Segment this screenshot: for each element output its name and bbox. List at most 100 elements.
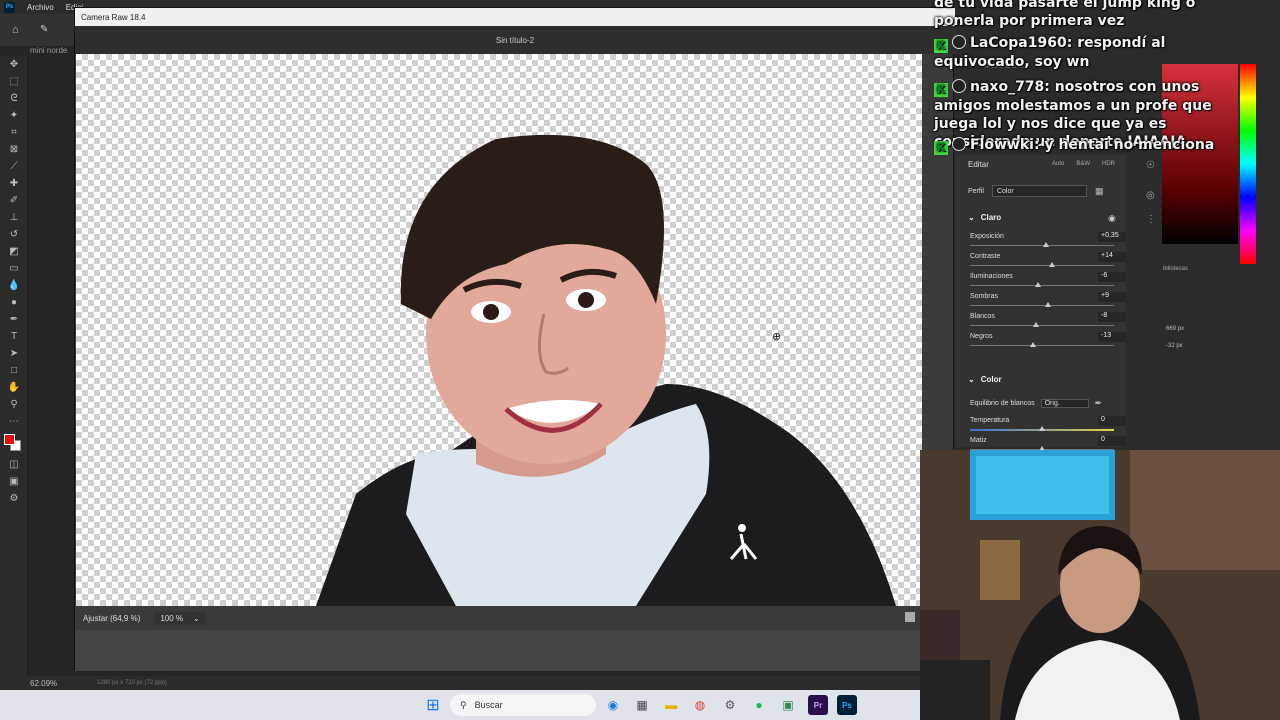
light-section-header[interactable]: ⌄ Claro <box>968 213 1001 222</box>
color-section-header[interactable]: ⌄ Color <box>968 375 1002 384</box>
slider-temperatura[interactable]: Temperatura 0 <box>970 416 1126 437</box>
stamp-tool-icon[interactable]: ⊥ <box>0 209 28 226</box>
auto-button[interactable]: Auto <box>1049 159 1067 169</box>
edge-icon[interactable]: ◉ <box>603 695 623 715</box>
premiere-icon[interactable]: Pr <box>808 695 828 715</box>
path-select-icon[interactable]: ➤ <box>0 345 28 362</box>
slider-track[interactable] <box>970 265 1114 266</box>
slider-value-input[interactable]: -8 <box>1098 312 1126 322</box>
lasso-tool-icon[interactable]: ᘓ <box>0 90 28 107</box>
slider-track[interactable] <box>970 345 1114 346</box>
slider-value-input[interactable]: +9 <box>1098 292 1126 302</box>
profile-select[interactable]: Color <box>991 185 1087 197</box>
slider-track[interactable] <box>970 245 1114 246</box>
zoom-value: 100 % <box>160 613 184 623</box>
image-preview-canvas[interactable]: ⊕ <box>76 54 922 606</box>
slider-value-input[interactable]: -6 <box>1098 272 1126 282</box>
spotify-icon[interactable]: ● <box>749 695 769 715</box>
slider-track[interactable] <box>970 325 1114 326</box>
fit-zoom-label[interactable]: Ajustar (64,9 %) <box>83 614 140 623</box>
color-swatches[interactable] <box>0 430 27 456</box>
blur-tool-icon[interactable]: 💧 <box>0 277 28 294</box>
app-icon-2[interactable]: ▣ <box>778 695 798 715</box>
slider-contraste[interactable]: Contraste +14 <box>970 252 1126 273</box>
options-bar: ⌂ ✎ <box>0 14 80 46</box>
rectangle-tool-icon[interactable]: □ <box>0 362 28 379</box>
photoshop-taskbar-icon[interactable]: Ps <box>837 695 857 715</box>
slider-blancos[interactable]: Blancos -8 <box>970 312 1126 333</box>
profile-row: Perfil Color ▦ <box>968 185 1118 197</box>
chat-message: K Flowwki: y hentai no menciona <box>934 136 1260 155</box>
store-icon[interactable]: ▦ <box>632 695 652 715</box>
zoom-tool-icon[interactable]: ⚲ <box>0 396 28 413</box>
document-tab[interactable]: mini norde <box>30 46 80 58</box>
color-section-title: Color <box>980 375 1002 384</box>
slider-knob[interactable] <box>1034 282 1041 287</box>
eraser-tool-icon[interactable]: ◩ <box>0 243 28 260</box>
eyedropper-tool-icon[interactable]: ⟋ <box>0 158 28 175</box>
fullscreen-icon[interactable] <box>905 612 915 622</box>
hand-tool-icon[interactable]: ✋ <box>0 379 28 396</box>
slider-value-input[interactable]: -13 <box>1098 332 1126 342</box>
slider-knob[interactable] <box>1043 242 1050 247</box>
menu-archivo[interactable]: Archivo <box>27 3 54 12</box>
slider-knob[interactable] <box>1049 262 1056 267</box>
chat-username: naxo_778 <box>970 79 1045 95</box>
slider-label: Sombras <box>970 293 999 300</box>
more-tools-icon[interactable]: ⋯ <box>0 413 28 430</box>
edit-tab-label[interactable]: Editar <box>968 160 989 169</box>
bw-button[interactable]: B&W <box>1073 159 1093 169</box>
slider-knob[interactable] <box>1029 342 1036 347</box>
visibility-eye-icon[interactable]: ◉ <box>1108 213 1116 224</box>
foreground-color[interactable] <box>4 434 15 445</box>
chrome-icon[interactable]: ◍ <box>690 695 710 715</box>
quick-select-tool-icon[interactable]: ✦ <box>0 107 28 124</box>
history-brush-icon[interactable]: ↺ <box>0 226 28 243</box>
app-icon[interactable]: ⚙ <box>720 695 740 715</box>
white-balance-select[interactable]: Orig. <box>1040 398 1089 408</box>
panel-more-icon[interactable]: ⋮ <box>1146 214 1156 225</box>
frame-tool-icon[interactable]: ⊠ <box>0 141 28 158</box>
slider-knob[interactable] <box>1045 302 1052 307</box>
user-badge-icon <box>952 35 966 49</box>
screen-mode-icon[interactable]: ▣ <box>0 473 28 490</box>
slider-iluminaciones[interactable]: Iluminaciones -6 <box>970 272 1126 293</box>
quick-mask-icon[interactable]: ◫ <box>0 456 28 473</box>
crop-tool-icon[interactable]: ⌗ <box>0 124 28 141</box>
taskbar-search[interactable]: ⚲ Buscar <box>450 694 596 716</box>
eyedropper-icon[interactable]: ✒ <box>1095 398 1103 409</box>
profile-browser-icon[interactable]: ▦ <box>1095 186 1104 197</box>
slider-negros[interactable]: Negros -13 <box>970 332 1126 353</box>
file-explorer-icon[interactable]: ▬ <box>661 695 681 715</box>
panel-tool-icon-1[interactable]: ☉ <box>1146 160 1155 171</box>
chat-username: LaCopa1960 <box>970 35 1067 51</box>
zoom-select[interactable]: 100 % ⌄ <box>154 611 206 625</box>
slider-exposición[interactable]: Exposición +0,35 <box>970 232 1126 253</box>
slider-value-input[interactable]: +14 <box>1098 252 1126 262</box>
move-tool-icon[interactable]: ✥ <box>0 56 28 73</box>
slider-track[interactable] <box>970 285 1114 286</box>
slider-value-input[interactable]: 0 <box>1098 436 1126 446</box>
extras-icon[interactable]: ⚙ <box>0 490 28 507</box>
panel-tool-icon-2[interactable]: ◎ <box>1146 190 1155 201</box>
slider-knob[interactable] <box>1033 322 1040 327</box>
brush-tool-icon[interactable]: ✐ <box>0 192 28 209</box>
dodge-tool-icon[interactable]: ● <box>0 294 28 311</box>
slider-label: Blancos <box>970 313 995 320</box>
slider-track[interactable] <box>970 305 1114 306</box>
windows-start-icon[interactable]: ⊞ <box>423 695 443 715</box>
document-info: 1280 px x 720 px (72 ppp) <box>97 680 167 686</box>
marquee-tool-icon[interactable]: ⬚ <box>0 73 28 90</box>
healing-brush-icon[interactable]: ✚ <box>0 175 28 192</box>
pen-tool-icon[interactable]: ✒ <box>0 311 28 328</box>
slider-value-input[interactable]: +0,35 <box>1098 232 1126 242</box>
type-tool-icon[interactable]: T <box>0 328 28 345</box>
brush-tool-preset-icon[interactable]: ✎ <box>40 24 48 35</box>
slider-sombras[interactable]: Sombras +9 <box>970 292 1126 313</box>
gradient-tool-icon[interactable]: ▭ <box>0 260 28 277</box>
slider-value-input[interactable]: 0 <box>1098 416 1126 426</box>
home-icon[interactable]: ⌂ <box>12 24 19 36</box>
hdr-button[interactable]: HDR <box>1099 159 1118 169</box>
zoom-status: 62.09% <box>30 678 58 688</box>
slider-knob[interactable] <box>1039 426 1045 431</box>
